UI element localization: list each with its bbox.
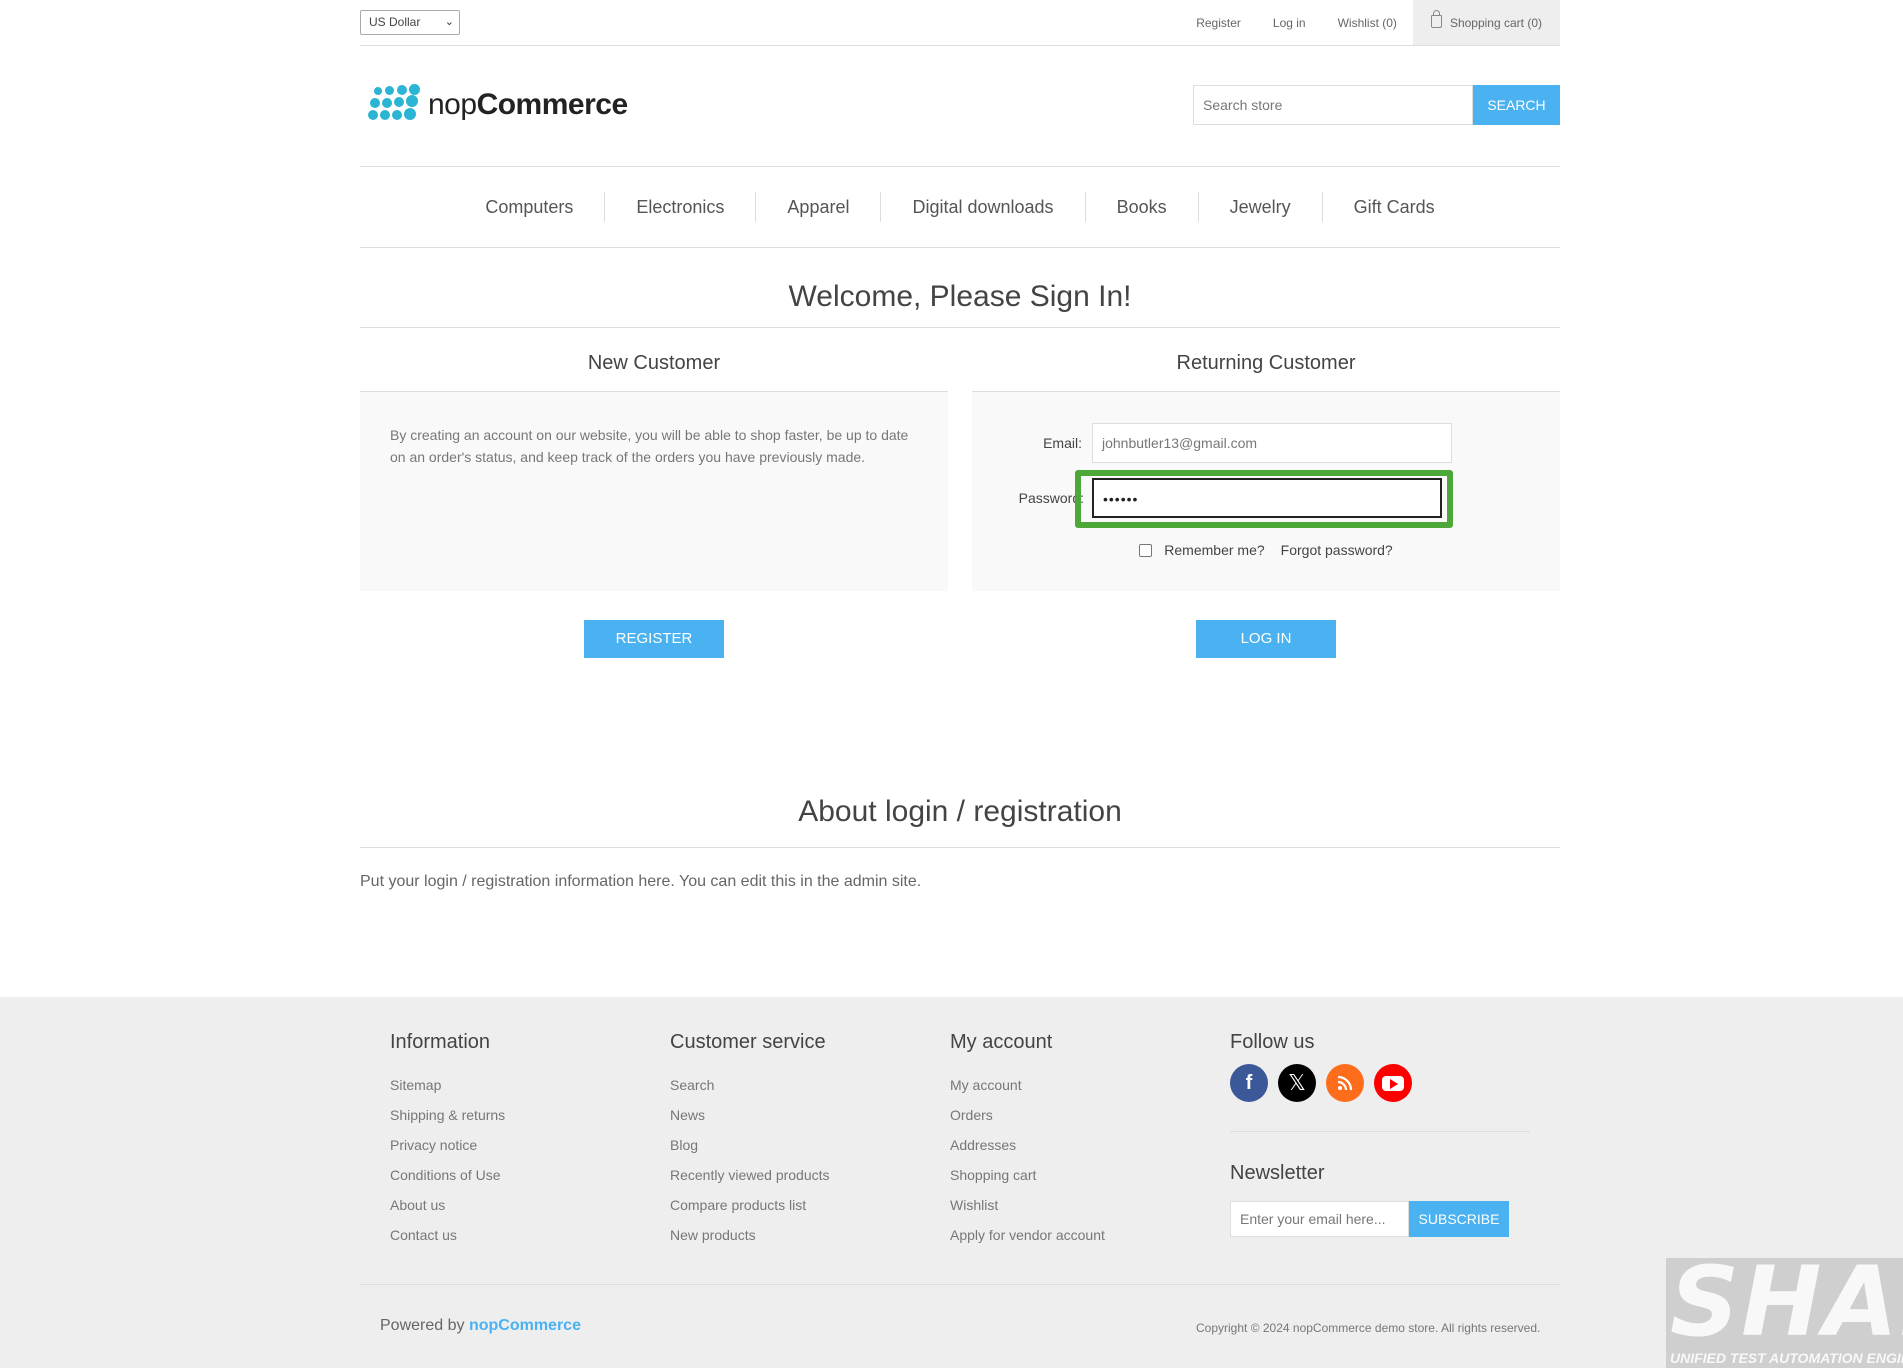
register-button[interactable]: Register [584, 620, 724, 658]
menu-item-books[interactable]: Books [1084, 192, 1198, 222]
email-row: Email: johnbutler13@gmail.com [972, 423, 1560, 463]
new-customer-title: New Customer [587, 352, 721, 374]
newsletter-form: Enter your email here... Subscribe [1230, 1201, 1560, 1237]
logo-text: nopCommerce [428, 88, 628, 122]
footer-link-shopping-cart[interactable]: Shopping cart [950, 1160, 1210, 1190]
footer-link-new-products[interactable]: New products [670, 1220, 930, 1250]
footer-link-about-us[interactable]: About us [390, 1190, 650, 1220]
store-logo[interactable]: nopCommerce [362, 84, 628, 126]
copyright: Copyright © 2024 nopCommerce demo store.… [1196, 1321, 1541, 1335]
shaft-watermark: SHAFT UNIFIED TEST AUTOMATION ENGINE [1666, 1258, 1903, 1368]
watermark-small: UNIFIED TEST AUTOMATION ENGINE [1670, 1350, 1903, 1366]
menu-item-digital-downloads[interactable]: Digital downloads [880, 192, 1084, 222]
footer-link-wishlist[interactable]: Wishlist [950, 1190, 1210, 1220]
x-icon[interactable]: 𝕏 [1278, 1064, 1316, 1102]
footer-link-sitemap[interactable]: Sitemap [390, 1070, 650, 1100]
watermark-big: SHAFT [1670, 1258, 1903, 1358]
remember-me-checkbox[interactable] [1139, 543, 1153, 557]
password-field[interactable]: •••••• [1092, 478, 1442, 518]
chevron-down-icon: ⌄ [444, 16, 454, 28]
powered-by: Powered by nopCommerce [380, 1317, 581, 1335]
currency-value: US Dollar [369, 15, 421, 29]
remember-row: Remember me? Forgot password? [972, 542, 1560, 558]
password-row: Password: •••••• [972, 470, 1560, 528]
page-title: Welcome, Please Sign In! [788, 280, 1132, 313]
newsletter-email-input[interactable]: Enter your email here... [1230, 1201, 1409, 1237]
divider [1230, 1131, 1530, 1132]
rss-icon[interactable] [1326, 1064, 1364, 1102]
footer-link-privacy-notice[interactable]: Privacy notice [390, 1130, 650, 1160]
divider [360, 847, 1560, 848]
search-button[interactable]: Search [1473, 85, 1560, 125]
menu-item-gift-cards[interactable]: Gift Cards [1321, 192, 1466, 222]
logo-text-light: nop [428, 88, 477, 121]
menu-item-computers[interactable]: Computers [454, 192, 604, 222]
about-title: About login / registration [798, 795, 1122, 828]
shopping-cart-label: Shopping cart (0) [1449, 15, 1542, 30]
search-box: Search store Search [1193, 85, 1560, 125]
youtube-icon[interactable] [1374, 1064, 1412, 1102]
forgot-password-link[interactable]: Forgot password? [1281, 542, 1393, 558]
login-link[interactable]: Log in [1273, 16, 1306, 30]
logo-dots-icon [362, 84, 420, 126]
new-customer-panel: By creating an account on our website, y… [360, 391, 948, 591]
footer-link-compare-products[interactable]: Compare products list [670, 1190, 930, 1220]
returning-customer-panel: Email: johnbutler13@gmail.com Password: … [972, 391, 1560, 591]
footer-title-my-account: My account [950, 1031, 1053, 1053]
footer-link-addresses[interactable]: Addresses [950, 1130, 1210, 1160]
footer-link-news[interactable]: News [670, 1100, 930, 1130]
footer-information: Information Sitemap Shipping & returns P… [390, 1031, 650, 1250]
email-field[interactable]: johnbutler13@gmail.com [1092, 423, 1452, 463]
powered-by-label: Powered by [380, 1317, 465, 1334]
footer-my-account: My account My account Orders Addresses S… [950, 1031, 1210, 1250]
footer-link-shipping-returns[interactable]: Shipping & returns [390, 1100, 650, 1130]
divider [360, 327, 1560, 328]
about-text: Put your login / registration informatio… [360, 873, 922, 890]
footer-title-follow-us: Follow us [1230, 1031, 1315, 1053]
wishlist-link[interactable]: Wishlist (0) [1338, 16, 1397, 30]
header-links-bar: US Dollar ⌄ Register Log in Wishlist (0)… [360, 0, 1560, 46]
nopcommerce-link[interactable]: nopCommerce [469, 1317, 581, 1334]
menu-item-electronics[interactable]: Electronics [604, 192, 755, 222]
footer-link-blog[interactable]: Blog [670, 1130, 930, 1160]
email-label: Email: [1043, 435, 1082, 451]
footer-customer-service: Customer service Search News Blog Recent… [670, 1031, 930, 1250]
social-icons: f 𝕏 [1230, 1064, 1560, 1102]
register-link[interactable]: Register [1196, 16, 1241, 30]
footer-follow-us: Follow us f 𝕏 Newsletter Enter your emai… [1230, 1031, 1560, 1237]
footer-title-information: Information [390, 1031, 491, 1053]
shopping-bag-icon [1430, 10, 1442, 28]
footer-link-search[interactable]: Search [670, 1070, 930, 1100]
footer-link-recently-viewed[interactable]: Recently viewed products [670, 1160, 930, 1190]
menu-item-jewelry[interactable]: Jewelry [1197, 192, 1322, 222]
footer-title-customer-service: Customer service [670, 1031, 826, 1053]
footer: Information Sitemap Shipping & returns P… [0, 997, 1903, 1368]
newsletter-title: Newsletter [1230, 1162, 1325, 1184]
footer-link-orders[interactable]: Orders [950, 1100, 1210, 1130]
divider [360, 1284, 1560, 1285]
currency-selector[interactable]: US Dollar ⌄ [360, 10, 460, 35]
logo-text-bold: Commerce [476, 88, 629, 121]
facebook-icon[interactable]: f [1230, 1064, 1268, 1102]
footer-link-vendor-account[interactable]: Apply for vendor account [950, 1220, 1210, 1250]
returning-customer-title: Returning Customer [1176, 352, 1356, 374]
remember-me-label[interactable]: Remember me? [1164, 542, 1264, 558]
top-menu: Computers Electronics Apparel Digital do… [360, 166, 1560, 248]
menu-item-apparel[interactable]: Apparel [755, 192, 880, 222]
footer-link-my-account[interactable]: My account [950, 1070, 1210, 1100]
footer-link-conditions-of-use[interactable]: Conditions of Use [390, 1160, 650, 1190]
login-button[interactable]: Log in [1196, 620, 1336, 658]
new-customer-text: By creating an account on our website, y… [390, 427, 909, 465]
shopping-cart-link[interactable]: Shopping cart (0) [1412, 0, 1560, 45]
subscribe-button[interactable]: Subscribe [1409, 1201, 1509, 1237]
footer-link-contact-us[interactable]: Contact us [390, 1220, 650, 1250]
search-input[interactable]: Search store [1193, 85, 1473, 125]
